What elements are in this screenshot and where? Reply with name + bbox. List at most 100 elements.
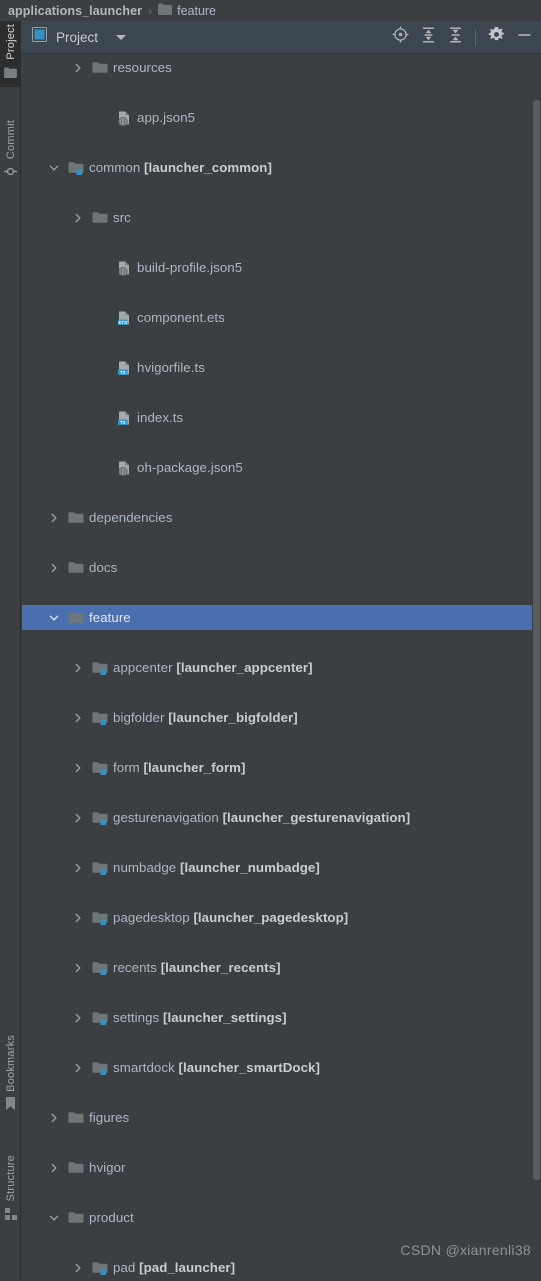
json5-icon: {}: [116, 260, 132, 276]
rail-item-bookmarks-label: Bookmarks: [4, 1035, 17, 1092]
svg-text:TS: TS: [120, 420, 126, 425]
chevron-right-icon[interactable]: [72, 762, 84, 774]
tree-scrollbar-track[interactable]: [532, 55, 541, 1281]
rail-item-commit[interactable]: Commit: [0, 117, 21, 187]
tree-row-label: hvigor: [89, 1160, 126, 1175]
collapse-all-icon[interactable]: [448, 26, 463, 48]
svg-text:TS: TS: [120, 370, 126, 375]
module-folder-icon: [92, 910, 108, 926]
tree-row[interactable]: TS index.ts: [22, 405, 541, 430]
toolbar-divider: [475, 28, 476, 46]
tree-row[interactable]: pagedesktop [launcher_pagedesktop]: [22, 905, 541, 930]
module-folder-icon: [68, 160, 84, 176]
chevron-right-icon[interactable]: [48, 1162, 60, 1174]
tree-row[interactable]: docs: [22, 555, 541, 580]
tree-row[interactable]: smartdock [launcher_smartDock]: [22, 1055, 541, 1080]
tree-row-label: pagedesktop [launcher_pagedesktop]: [113, 910, 349, 925]
tree-row-label: bigfolder [launcher_bigfolder]: [113, 710, 298, 725]
chevron-right-icon[interactable]: [72, 862, 84, 874]
tree-row-module-tag: [launcher_recents]: [160, 960, 281, 975]
tree-row[interactable]: resources: [22, 55, 541, 80]
chevron-right-icon[interactable]: [72, 62, 84, 74]
tree-row-label: build-profile.json5: [137, 260, 243, 275]
tree-row[interactable]: {} build-profile.json5: [22, 255, 541, 280]
chevron-right-icon[interactable]: [72, 1262, 84, 1274]
project-panel-title: Project: [56, 29, 99, 45]
svg-text:ETS: ETS: [118, 320, 127, 325]
chevron-right-icon[interactable]: [48, 512, 60, 524]
tree-row[interactable]: hvigor: [22, 1155, 541, 1180]
settings-gear-icon[interactable]: [488, 26, 505, 48]
tree-row[interactable]: dependencies: [22, 505, 541, 530]
tree-row[interactable]: bigfolder [launcher_bigfolder]: [22, 705, 541, 730]
bookmark-icon: [5, 1095, 16, 1119]
tree-row[interactable]: settings [launcher_settings]: [22, 1005, 541, 1030]
rail-item-structure[interactable]: Structure: [0, 1152, 21, 1229]
tree-row-label: numbadge [launcher_numbadge]: [113, 860, 320, 875]
tree-row[interactable]: appcenter [launcher_appcenter]: [22, 655, 541, 680]
tree-scrollbar-thumb[interactable]: [533, 100, 540, 1180]
chevron-right-icon[interactable]: [72, 812, 84, 824]
chevron-right-icon[interactable]: [48, 1112, 60, 1124]
chevron-right-icon[interactable]: [72, 962, 84, 974]
tree-row-label: settings [launcher_settings]: [113, 1010, 287, 1025]
tree-row[interactable]: form [launcher_form]: [22, 755, 541, 780]
tree-row[interactable]: pad [pad_launcher]: [22, 1255, 541, 1280]
tree-row[interactable]: numbadge [launcher_numbadge]: [22, 855, 541, 880]
chevron-right-icon[interactable]: [72, 912, 84, 924]
chevron-right-icon[interactable]: [72, 712, 84, 724]
tree-row[interactable]: gesturenavigation [launcher_gesturenavig…: [22, 805, 541, 830]
tree-row[interactable]: {} app.json5: [22, 105, 541, 130]
folder-icon: [68, 1210, 84, 1226]
chevron-right-icon[interactable]: [72, 1012, 84, 1024]
tree-row-module-tag: [launcher_appcenter]: [176, 660, 313, 675]
breadcrumb-root[interactable]: applications_launcher: [8, 4, 142, 18]
tree-row-label: smartdock [launcher_smartDock]: [113, 1060, 320, 1075]
tree-row[interactable]: product: [22, 1205, 541, 1230]
folder-icon: [92, 210, 108, 226]
chevron-down-icon[interactable]: [116, 34, 127, 40]
chevron-right-icon[interactable]: [48, 562, 60, 574]
project-tree[interactable]: resources {} app.json5 common [launcher_com…: [22, 55, 541, 1281]
tree-row-module-tag: [launcher_numbadge]: [180, 860, 320, 875]
tree-row[interactable]: {} oh-package.json5: [22, 455, 541, 480]
chevron-down-icon[interactable]: [48, 162, 60, 174]
breadcrumb-leaf[interactable]: feature: [177, 4, 216, 18]
folder-icon: [92, 60, 108, 76]
hide-icon[interactable]: [517, 27, 532, 47]
chevron-down-icon[interactable]: [48, 1212, 60, 1224]
tree-row-label: dependencies: [89, 510, 173, 525]
tree-row-label: docs: [89, 560, 118, 575]
tree-row-module-tag: [pad_launcher]: [139, 1260, 236, 1275]
svg-text:{}: {}: [120, 119, 126, 125]
folder-icon: [68, 1160, 84, 1176]
tool-window-rail: Project Commit Bookmarks Structure: [0, 21, 21, 1281]
json5-icon: {}: [116, 110, 132, 126]
tree-row[interactable]: common [launcher_common]: [22, 155, 541, 180]
tree-row-label: figures: [89, 1110, 130, 1125]
tree-row[interactable]: src: [22, 205, 541, 230]
tree-row[interactable]: ETS component.ets: [22, 305, 541, 330]
tree-row-label: src: [113, 210, 131, 225]
chevron-down-icon[interactable]: [48, 612, 60, 624]
rail-item-bookmarks[interactable]: Bookmarks: [0, 1032, 21, 1119]
rail-item-project-label: Project: [4, 24, 17, 60]
tree-row[interactable]: feature: [22, 605, 541, 630]
tree-row-module-tag: [launcher_bigfolder]: [168, 710, 298, 725]
expand-all-icon[interactable]: [421, 26, 436, 48]
tree-row-label: product: [89, 1210, 134, 1225]
select-opened-file-icon[interactable]: [392, 26, 409, 48]
breadcrumb: applications_launcher › feature: [0, 0, 541, 21]
tree-row[interactable]: TS hvigorfile.ts: [22, 355, 541, 380]
structure-icon: [4, 1204, 17, 1229]
tree-row[interactable]: recents [launcher_recents]: [22, 955, 541, 980]
commit-icon: [4, 162, 17, 187]
chevron-right-icon[interactable]: [72, 1062, 84, 1074]
tree-row[interactable]: figures: [22, 1105, 541, 1130]
tree-row-label: feature: [89, 610, 131, 625]
tree-row-label: form [launcher_form]: [113, 760, 246, 775]
chevron-right-icon[interactable]: [72, 662, 84, 674]
tree-row-module-tag: [launcher_form]: [143, 760, 246, 775]
rail-item-project[interactable]: Project: [0, 21, 21, 87]
chevron-right-icon[interactable]: [72, 212, 84, 224]
